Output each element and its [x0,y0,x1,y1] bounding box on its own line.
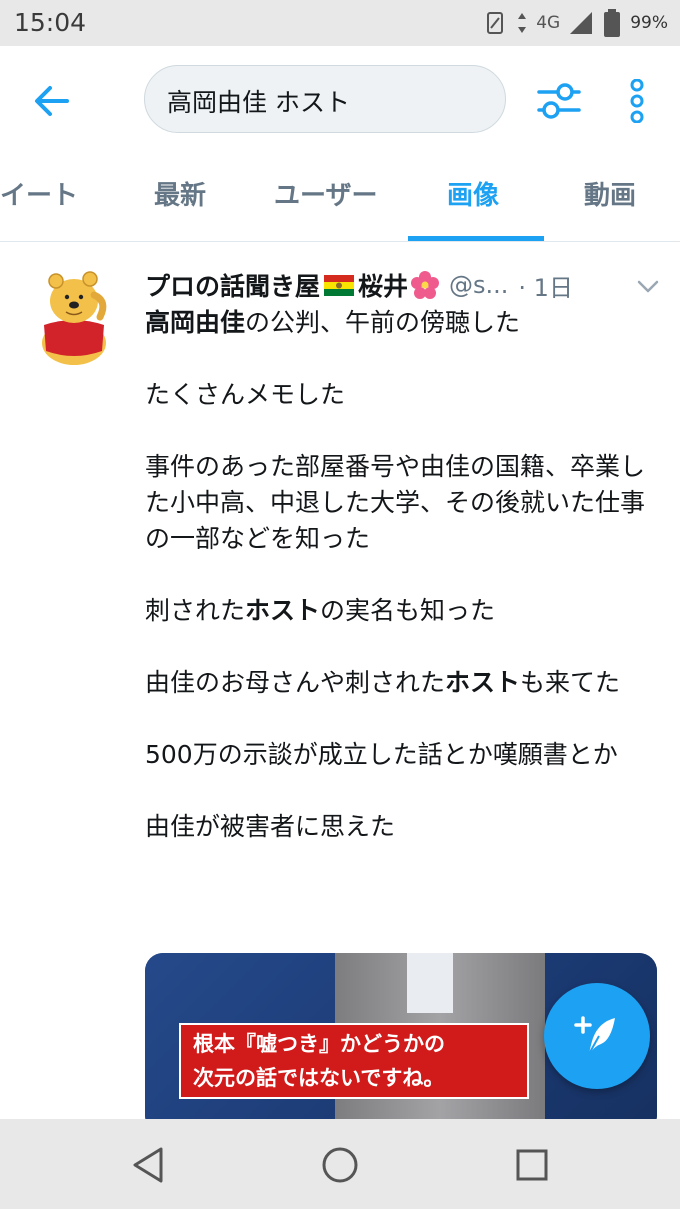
media-caption-line: 根本『嘘つき』かどうかの [193,1032,445,1056]
text-run: の実名も知った [320,596,496,625]
signal-icon [570,12,593,34]
back-arrow-icon [35,86,69,116]
nav-back-button[interactable] [124,1141,172,1189]
active-tab-indicator [408,236,544,241]
tweet-text: 高岡由佳の公判、午前の傍聴した たくさんメモした 事件のあった部屋番号や由佳の国… [145,305,660,881]
tweet-paragraph: 500万の示談が成立した話とか嘆願書とか [145,737,660,773]
nav-back-icon [133,1147,163,1183]
system-nav-bar [0,1119,680,1209]
tweet-paragraph: 事件のあった部屋番号や由佳の国籍、卒業した小中高、中退した大学、その後就いた仕事… [145,449,660,557]
search-filter-button[interactable] [532,74,586,128]
status-time: 15:04 [14,8,87,37]
nav-recents-button[interactable] [508,1141,556,1189]
search-input[interactable]: 高岡由佳 ホスト [144,65,506,133]
tab-users[interactable]: ユーザー [274,154,377,242]
nav-home-button[interactable] [316,1141,364,1189]
text-run: たくさんメモした [145,380,346,409]
username[interactable]: @s... [449,271,508,299]
tweet-menu-button[interactable] [632,271,664,303]
text-run[interactable]: ホスト [245,596,320,625]
tweet-paragraph: たくさんメモした [145,377,660,413]
search-query-text: 高岡由佳 ホスト [167,88,350,117]
nav-recents-icon [516,1149,548,1181]
tweet-paragraph: 刺されたホストの実名も知った [145,593,660,629]
media-caption: 根本『嘘つき』かどうかの 次元の話ではないですね。 [179,1023,529,1099]
network-type: 4G [536,13,561,33]
more-options-button[interactable] [614,74,660,128]
text-run: も来てた [520,668,621,697]
text-run: 500万の示談が成立した話とか嘆願書とか [145,740,618,769]
tweet-paragraph: 高岡由佳の公判、午前の傍聴した [145,305,660,341]
text-run: 刺された [145,596,246,625]
compose-tweet-button[interactable] [544,983,650,1089]
tab-latest[interactable]: 最新 [154,154,206,242]
tweet-header: プロの話聞き屋 桜井 @s... · 1日 [145,265,573,305]
text-run: 由佳のお母さんや刺された [145,668,446,697]
battery-icon [604,9,621,37]
hibiscus-icon [411,271,440,299]
filter-sliders-icon [537,83,581,119]
vibrate-icon [487,12,504,34]
search-app-bar: 高岡由佳 ホスト [0,46,680,154]
tweet-paragraph: 由佳が被害者に思えた [145,809,660,845]
tweet-paragraph: 由佳のお母さんや刺されたホストも来てた [145,665,660,701]
text-run[interactable]: ホスト [445,668,520,697]
display-name[interactable]: プロの話聞き屋 [145,267,320,303]
nav-home-icon [322,1147,358,1183]
chevron-down-icon [637,280,659,293]
tab-videos[interactable]: 動画 [584,154,636,242]
media-caption-line: 次元の話ではないですね。 [193,1066,445,1090]
media-person-shirt [407,953,453,1013]
text-run: 由佳が被害者に思えた [145,812,396,841]
tweet-time[interactable]: · 1日 [518,268,573,303]
status-icons: 4G 99% [482,8,668,38]
more-vert-icon [630,79,644,123]
bolivia-flag-icon [324,274,355,296]
data-arrows-icon [518,13,527,33]
display-name-suffix[interactable]: 桜井 [358,267,408,303]
status-bar: 15:04 4G 99% [0,0,680,46]
tab-tweets[interactable]: ツイート [0,154,78,242]
text-run[interactable]: 高岡由佳 [145,308,245,337]
tab-images[interactable]: 画像 [447,154,499,242]
avatar[interactable] [34,265,114,369]
avatar-bear-image [42,271,107,365]
compose-tweet-icon [574,1016,615,1055]
back-button[interactable] [26,76,76,126]
battery-percent: 99% [630,13,668,33]
search-tabs: ツイート 最新 ユーザー 画像 動画 [0,154,680,242]
text-run: の公判、午前の傍聴した [245,308,521,337]
text-run: 事件のあった部屋番号や由佳の国籍、卒業した小中高、中退した大学、その後就いた仕事… [145,452,646,553]
